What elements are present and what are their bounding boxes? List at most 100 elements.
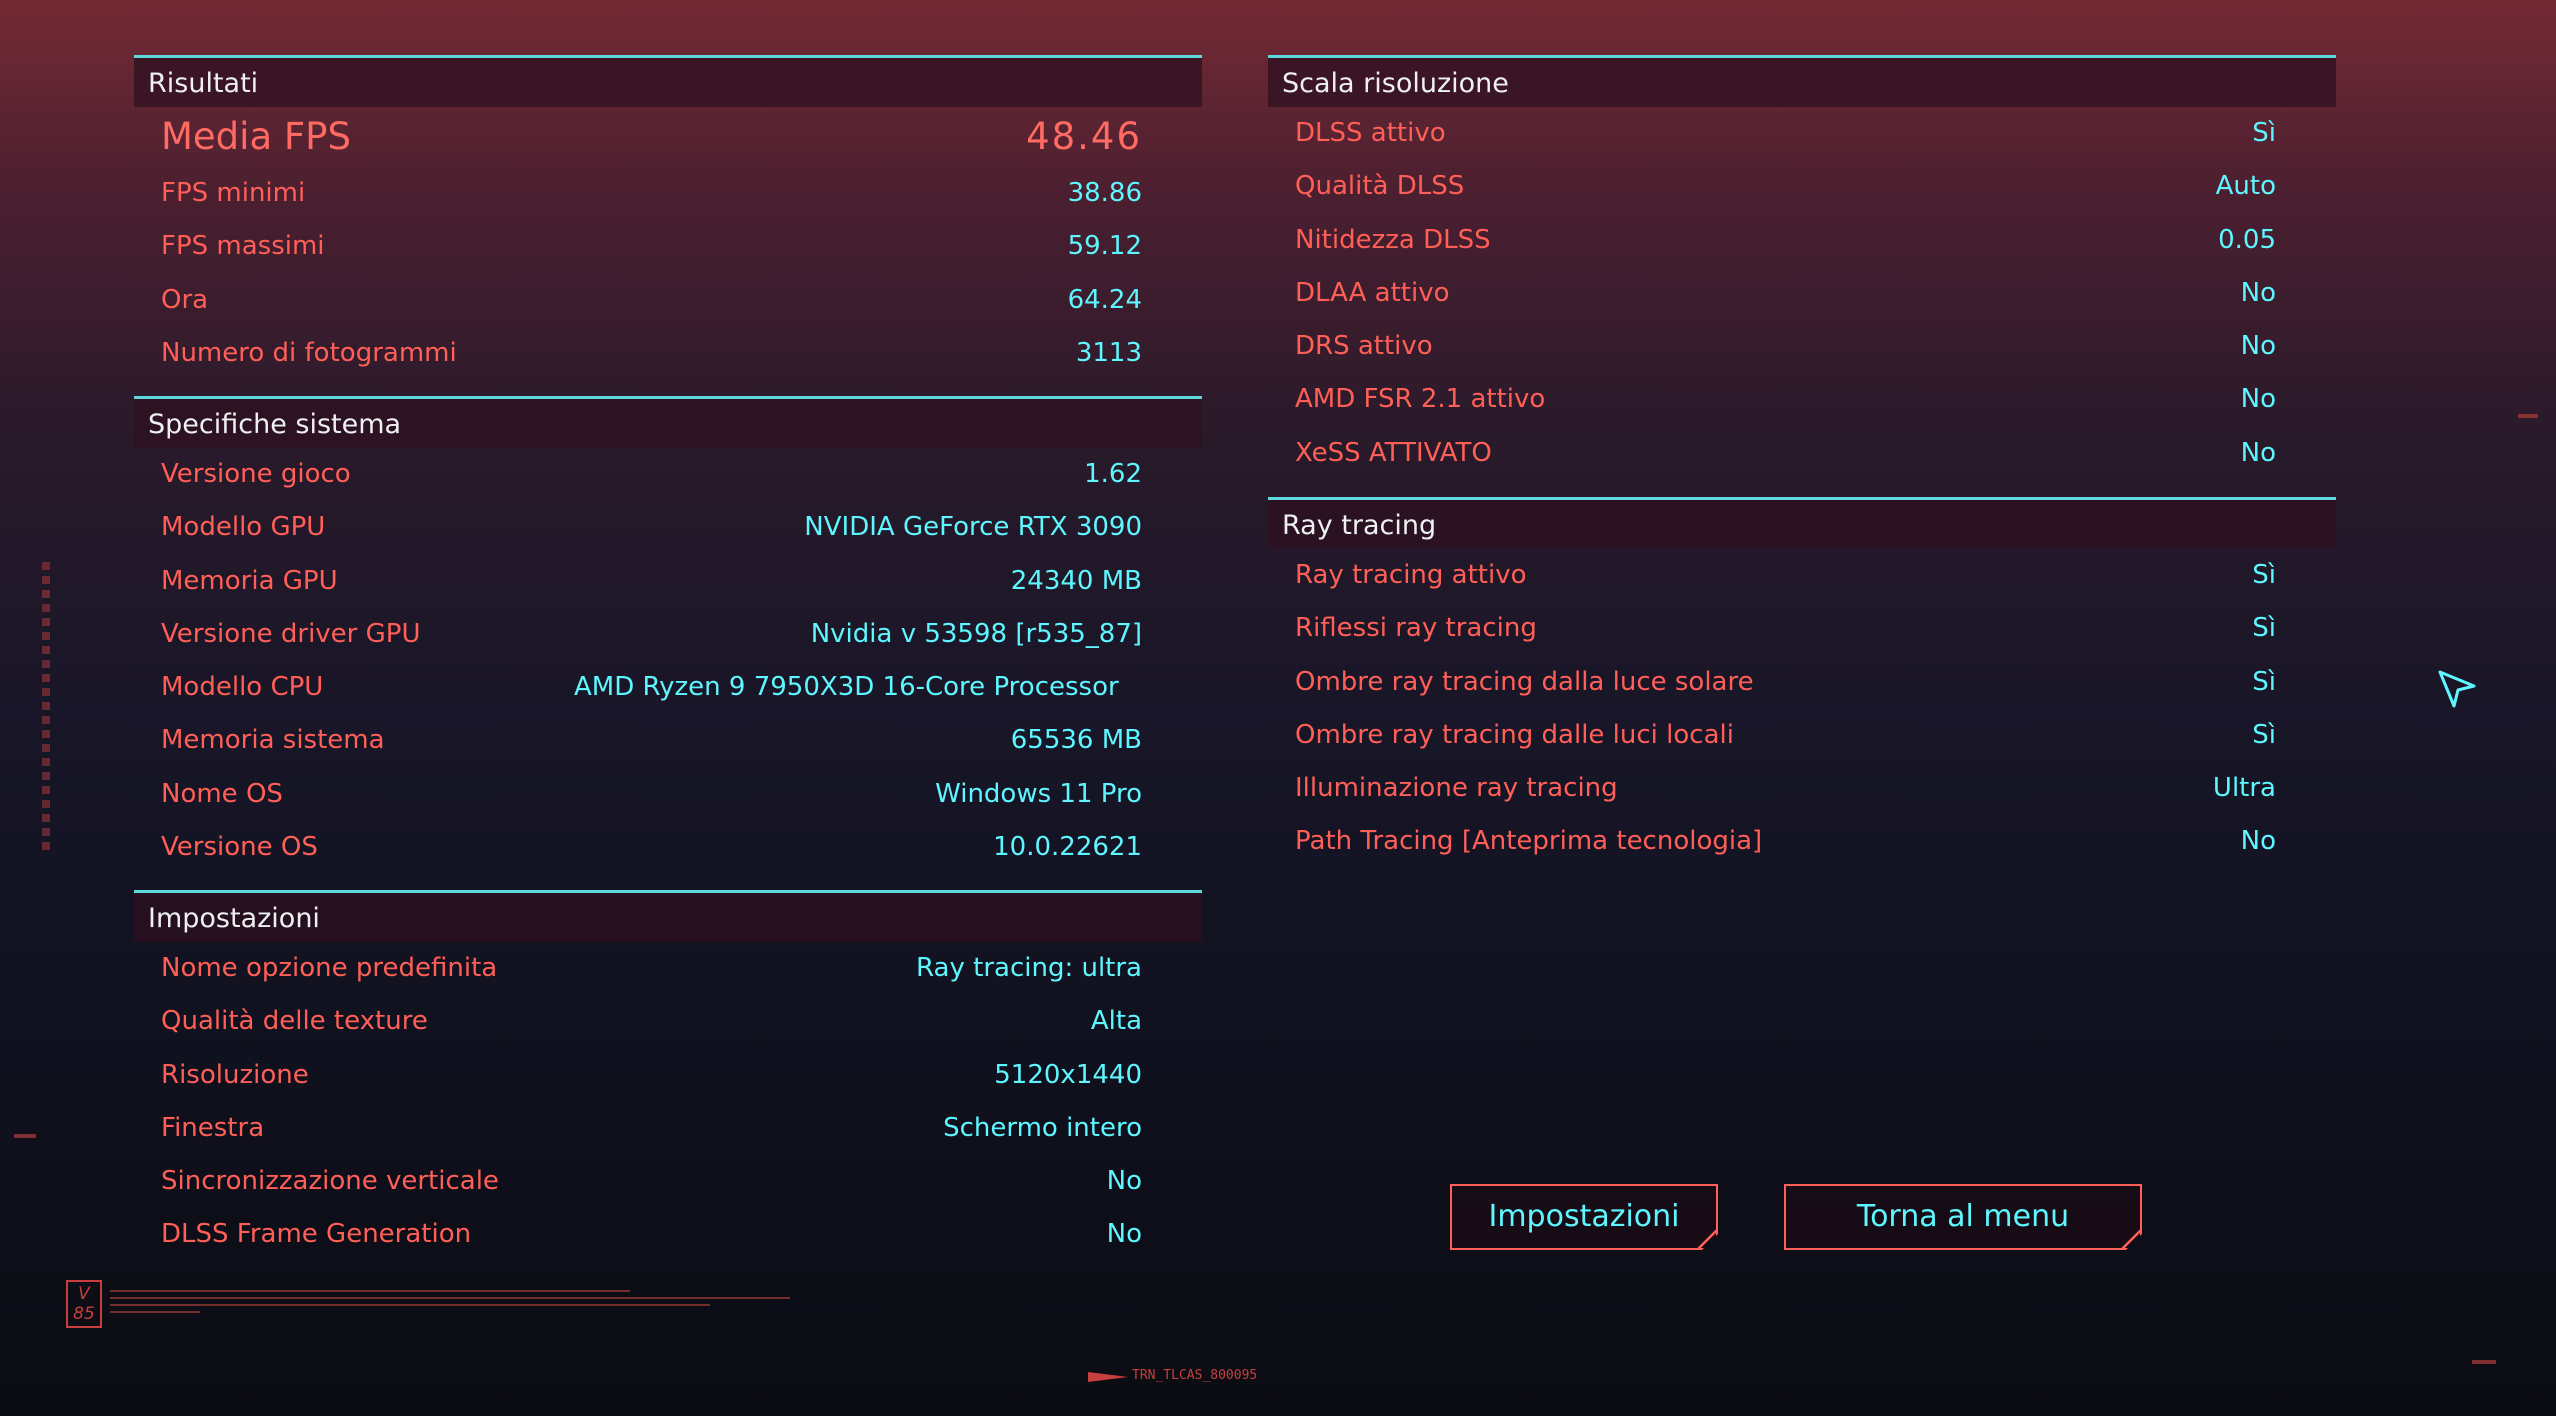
row-value: 64.24 [1067,284,1142,315]
row-label: AMD FSR 2.1 attivo [1295,384,1546,415]
result-row-avg-fps: Media FPS 48.46 [134,107,1202,167]
row-label: Illuminazione ray tracing [1295,773,1618,804]
row-value: Windows 11 Pro [935,778,1142,809]
raytracing-panel: Ray tracing Ray tracing attivo Sì Rifles… [1268,497,2336,869]
row-value: 24340 MB [1010,565,1142,596]
raytracing-row: Path Tracing [Anteprima tecnologia] No [1268,815,2336,868]
settings-row: Finestra Schermo intero [134,1102,1202,1155]
row-value: Schermo intero [943,1112,1142,1143]
row-label: Modello CPU [161,672,324,703]
row-label: Versione driver GPU [161,618,421,649]
scaling-row: AMD FSR 2.1 attivo No [1268,373,2336,426]
row-value: AMD Ryzen 9 7950X3D 16-Core Processor [574,672,1119,703]
settings-row: DLSS Frame Generation No [134,1208,1202,1261]
settings-heading: Impostazioni [134,890,1202,942]
row-label: FPS minimi [161,178,306,208]
row-label: Qualità delle texture [161,1006,428,1037]
row-value: No [2240,331,2276,362]
row-value: Sì [2252,560,2276,590]
row-label: DLSS attivo [1295,118,1446,148]
row-value: No [2240,437,2276,468]
scaling-row: DLSS attivo Sì [1268,107,2336,160]
settings-panel: Impostazioni Nome opzione predefinita Ra… [134,890,1202,1262]
row-label: Ombre ray tracing dalle luci locali [1295,719,1734,750]
result-row: FPS massimi 59.12 [134,220,1202,273]
row-label: Nitidezza DLSS [1295,224,1491,255]
raytracing-row: Illuminazione ray tracing Ultra [1268,762,2336,815]
row-value: 10.0.22621 [993,832,1142,863]
fine-print-decoration [110,1290,790,1313]
row-label: Media FPS [161,115,351,158]
row-label: DLAA attivo [1295,277,1450,308]
system-row: Nome OS Windows 11 Pro [134,768,1202,821]
row-label: Sincronizzazione verticale [161,1166,499,1197]
row-value: 65536 MB [1010,725,1142,756]
system-panel: Specifiche sistema Versione gioco 1.62 M… [134,396,1202,874]
row-label: Ray tracing attivo [1295,560,1527,590]
row-value: 59.12 [1067,231,1142,262]
row-label: XeSS ATTIVATO [1295,437,1492,468]
v85-badge-icon: V 85 [66,1280,102,1328]
system-row: Memoria GPU 24340 MB [134,555,1202,608]
system-row: Memoria sistema 65536 MB [134,714,1202,767]
scaling-row: Qualità DLSS Auto [1268,160,2336,213]
footer-code: TRN_TLCAS_800095 [1132,1368,1258,1383]
settings-row: Risoluzione 5120x1440 [134,1049,1202,1102]
row-value: 3113 [1075,337,1142,368]
row-value: 0.05 [2218,224,2276,255]
main-menu-button[interactable]: Torna al menu principale [1784,1184,2142,1250]
row-label: Finestra [161,1112,265,1143]
row-value: Ray tracing: ultra [916,953,1142,983]
row-value: Nvidia v 53598 [r535_87] [810,618,1142,649]
system-heading: Specifiche sistema [134,396,1202,448]
row-value: Sì [2252,666,2276,697]
results-panel: Risultati Media FPS 48.46 FPS minimi 38.… [134,55,1202,380]
row-value: Sì [2252,613,2276,644]
row-value: No [2240,277,2276,308]
settings-button[interactable]: Impostazioni [1450,1184,1718,1250]
row-label: Ombre ray tracing dalla luce solare [1295,666,1754,697]
row-label: Nome opzione predefinita [161,953,498,983]
row-value: Alta [1090,1006,1142,1037]
result-row: Ora 64.24 [134,274,1202,327]
raytracing-row: Riflessi ray tracing Sì [1268,602,2336,655]
settings-row: Nome opzione predefinita Ray tracing: ul… [134,942,1202,995]
row-label: Memoria sistema [161,725,385,756]
row-label: Numero di fotogrammi [161,337,457,368]
result-row: FPS minimi 38.86 [134,167,1202,220]
row-label: Riflessi ray tracing [1295,613,1537,644]
row-value: Sì [2252,719,2276,750]
row-value: 1.62 [1084,459,1142,489]
row-label: Qualità DLSS [1295,171,1465,202]
row-label: Risoluzione [161,1059,309,1090]
row-value: No [1106,1166,1142,1197]
row-label: Path Tracing [Anteprima tecnologia] [1295,826,1763,857]
row-value: Sì [2252,118,2276,148]
settings-row: Qualità delle texture Alta [134,995,1202,1048]
row-value: 5120x1440 [994,1059,1142,1090]
system-row: Versione OS 10.0.22621 [134,821,1202,874]
corner-mark-right-bottom [2472,1360,2496,1364]
raytracing-row: Ombre ray tracing dalle luci locali Sì [1268,709,2336,762]
row-label: Memoria GPU [161,565,338,596]
row-value: No [1106,1219,1142,1250]
raytracing-heading: Ray tracing [1268,497,2336,549]
system-row: Modello GPU NVIDIA GeForce RTX 3090 [134,501,1202,554]
scaling-row: Nitidezza DLSS 0.05 [1268,214,2336,267]
row-value: No [2240,384,2276,415]
row-value: Ultra [2212,773,2276,804]
side-decoration-bar [42,562,50,852]
badge-bottom: 85 [73,1304,95,1324]
row-label: DLSS Frame Generation [161,1219,472,1250]
corner-mark-right-top [2518,414,2538,418]
corner-mark-left [14,1134,36,1138]
system-row: Modello CPU AMD Ryzen 9 7950X3D 16-Core … [134,661,1202,714]
results-heading: Risultati [134,55,1202,107]
badge-top: V [78,1284,90,1304]
scaling-panel: Scala risoluzione DLSS attivo Sì Qualità… [1268,55,2336,480]
scaling-row: DLAA attivo No [1268,267,2336,320]
settings-row: Sincronizzazione verticale No [134,1155,1202,1208]
row-value: Auto [2215,171,2276,202]
row-label: Versione gioco [161,459,351,489]
raytracing-row: Ombre ray tracing dalla luce solare Sì [1268,656,2336,709]
